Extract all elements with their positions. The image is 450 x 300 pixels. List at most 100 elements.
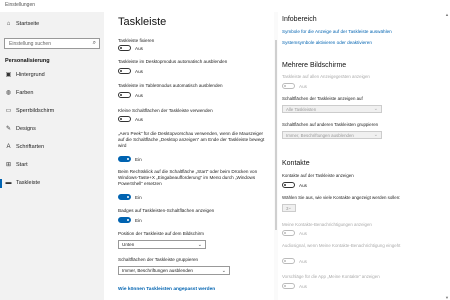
system-icons-link[interactable]: Systemsymbole aktivieren oder deaktivier…	[282, 40, 372, 45]
toggle-switch[interactable]	[282, 83, 295, 89]
sidebar-item-hintergrund[interactable]: ▣ Hintergrund	[5, 71, 45, 79]
toggle-switch[interactable]	[118, 217, 131, 223]
toggle-small-buttons[interactable]: Aus	[118, 116, 143, 122]
toggle-state: Aus	[299, 283, 307, 289]
scroll-up-icon[interactable]: ▲	[445, 12, 449, 17]
setting-label: „Aero Peek“ für die Desktopvorschau verw…	[118, 131, 265, 148]
sidebar-item-label: Taskleiste	[16, 179, 41, 186]
select-tray-icons-link[interactable]: Symbole für die Anzeige auf der Taskleis…	[282, 29, 392, 34]
chevron-down-icon: ⌄	[221, 268, 226, 274]
sidebar-item-sperrbildschirm[interactable]: ▭ Sperrbildschirm	[5, 107, 55, 115]
toggle-state: Aus	[135, 45, 143, 51]
info-area-title: Infobereich	[282, 16, 317, 23]
toggle-state: Aus	[299, 182, 307, 188]
multi-dd1-label: Schaltflächen der Taskleiste anzeigen au…	[282, 96, 363, 101]
sidebar-item-farben[interactable]: ◍ Farben	[5, 89, 34, 97]
toggle-switch[interactable]	[118, 116, 131, 122]
toggle-contacts[interactable]: Aus	[282, 182, 307, 188]
position-dropdown[interactable]: Unten ⌄	[118, 240, 206, 249]
toggle-contacts-sound[interactable]: Aus	[282, 258, 307, 264]
toggle-autohide-tablet[interactable]: Aus	[118, 92, 143, 98]
sidebar-item-schriftarten[interactable]: A Schriftarten	[5, 143, 44, 150]
sidebar-item-label: Hintergrund	[16, 71, 45, 78]
sidebar-item-taskleiste[interactable]: ▬ Taskleiste	[5, 179, 41, 186]
multi-dd2-label: Schaltflächen auf anderen Taskleisten gr…	[282, 122, 379, 127]
toggle-switch[interactable]	[282, 283, 295, 289]
toggle-switch[interactable]	[282, 182, 295, 188]
toggle-switch[interactable]	[118, 194, 131, 200]
contacts-dim-label: Meine Kontakte-Benachrichtigungen anzeig…	[282, 222, 372, 227]
toggle-autohide-desktop[interactable]: Aus	[118, 68, 143, 74]
toggle-switch[interactable]	[282, 230, 295, 236]
chevron-down-icon: ⌄	[287, 205, 292, 211]
sidebar-item-start[interactable]: ⊞ Start	[5, 161, 28, 169]
toggle-switch[interactable]	[118, 68, 131, 74]
sidebar-item-label: Startseite	[16, 20, 40, 27]
toggle-state: Aus	[135, 68, 143, 74]
help-link[interactable]: Wie können Taskleisten angepasst werden	[118, 287, 215, 292]
contacts-count-dropdown[interactable]: 3 ⌄	[282, 204, 296, 212]
font-icon: A	[6, 143, 11, 150]
setting-label: Badges auf Taskleisten-Schaltflächen anz…	[118, 208, 215, 213]
toggle-aero-peek[interactable]: Ein	[118, 156, 142, 162]
group-label: Schaltflächen der Taskleiste gruppieren	[118, 257, 199, 262]
toggle-contacts-notifications[interactable]: Aus	[282, 230, 307, 236]
position-label: Position der Taskleiste auf dem Bildschi…	[118, 231, 204, 236]
toggle-state: Aus	[135, 116, 143, 122]
main-scrollbar-thumb[interactable]	[275, 40, 277, 230]
home-icon: ⌂	[6, 20, 11, 27]
window-title: Einstellungen	[5, 2, 36, 8]
dropdown-value: Immer, Beschriftungen ausblenden	[122, 268, 193, 273]
sidebar-item-label: Farben	[16, 89, 34, 96]
toggle-state: Aus	[299, 258, 307, 264]
search-input[interactable]: Einstellung suchen ⌕	[4, 38, 100, 49]
toggle-multi-monitor[interactable]: Aus	[282, 83, 307, 89]
page-title: Taskleiste	[118, 16, 167, 28]
sidebar-item-label: Designs	[16, 125, 36, 132]
group-dropdown[interactable]: Immer, Beschriftungen ausblenden ⌄	[118, 266, 230, 275]
toggle-switch[interactable]	[118, 92, 131, 98]
toggle-state: Aus	[299, 83, 307, 89]
taskbar-icon: ▬	[5, 179, 12, 186]
search-placeholder: Einstellung suchen	[9, 41, 51, 47]
contacts-dim-label: Audiosignal, wenn Meine Kontakte-Benachr…	[282, 243, 401, 248]
search-icon: ⌕	[92, 40, 96, 46]
toggle-powershell[interactable]: Ein	[118, 194, 142, 200]
toggle-state: Ein	[135, 194, 142, 200]
toggle-lock-taskbar[interactable]: Aus	[118, 45, 143, 51]
chevron-down-icon: ⌄	[197, 242, 202, 248]
setting-label: Taskleiste fixieren	[118, 38, 155, 43]
sidebar: ⌂ Startseite Einstellung suchen ⌕ Person…	[0, 12, 104, 300]
toggle-state: Ein	[135, 217, 142, 223]
dropdown-value: Immer, Beschriftungen ausblenden	[286, 133, 354, 138]
brush-icon: ✎	[5, 126, 12, 132]
chevron-down-icon: ⌄	[373, 132, 378, 138]
main-panel: Taskleiste Taskleiste fixieren Aus Taskl…	[104, 12, 274, 300]
scroll-down-icon[interactable]: ▼	[445, 295, 449, 300]
toggle-switch[interactable]	[282, 258, 295, 264]
setting-label: Kleine Schaltflächen der Taskleiste verw…	[118, 108, 213, 113]
sidebar-item-label: Schriftarten	[16, 143, 45, 150]
toggle-switch[interactable]	[118, 156, 131, 162]
lockscreen-icon: ▭	[5, 108, 12, 114]
multi-dd1-dropdown[interactable]: Alle Taskleisten ⌄	[282, 105, 382, 113]
multi-dd2-dropdown[interactable]: Immer, Beschriftungen ausblenden ⌄	[282, 131, 382, 139]
sidebar-item-label: Sperrbildschirm	[16, 107, 55, 114]
sidebar-section-title: Personalisierung	[5, 58, 50, 64]
dropdown-value: Unten	[122, 242, 135, 247]
toggle-contacts-suggestions[interactable]: Aus	[282, 283, 307, 289]
toggle-switch[interactable]	[118, 45, 131, 51]
toggle-badges[interactable]: Ein	[118, 217, 142, 223]
palette-icon: ◍	[5, 90, 12, 96]
title-bar: Einstellungen	[0, 0, 450, 12]
right-scrollbar[interactable]: ▲ ▼	[444, 12, 450, 300]
multi-monitor-title: Mehrere Bildschirme	[282, 62, 347, 69]
sidebar-item-designs[interactable]: ✎ Designs	[5, 125, 36, 133]
contacts-dd-label: Wählen Sie aus, wie viele Kontakte angez…	[282, 195, 401, 200]
setting-label: Taskleiste im Desktopmodus automatisch a…	[118, 59, 228, 64]
toggle-state: Aus	[299, 230, 307, 236]
chevron-down-icon: ⌄	[373, 106, 378, 112]
sidebar-item-home[interactable]: ⌂ Startseite	[5, 20, 40, 27]
right-panel: Infobereich Symbole für die Anzeige auf …	[278, 12, 450, 300]
toggle-state: Aus	[135, 92, 143, 98]
